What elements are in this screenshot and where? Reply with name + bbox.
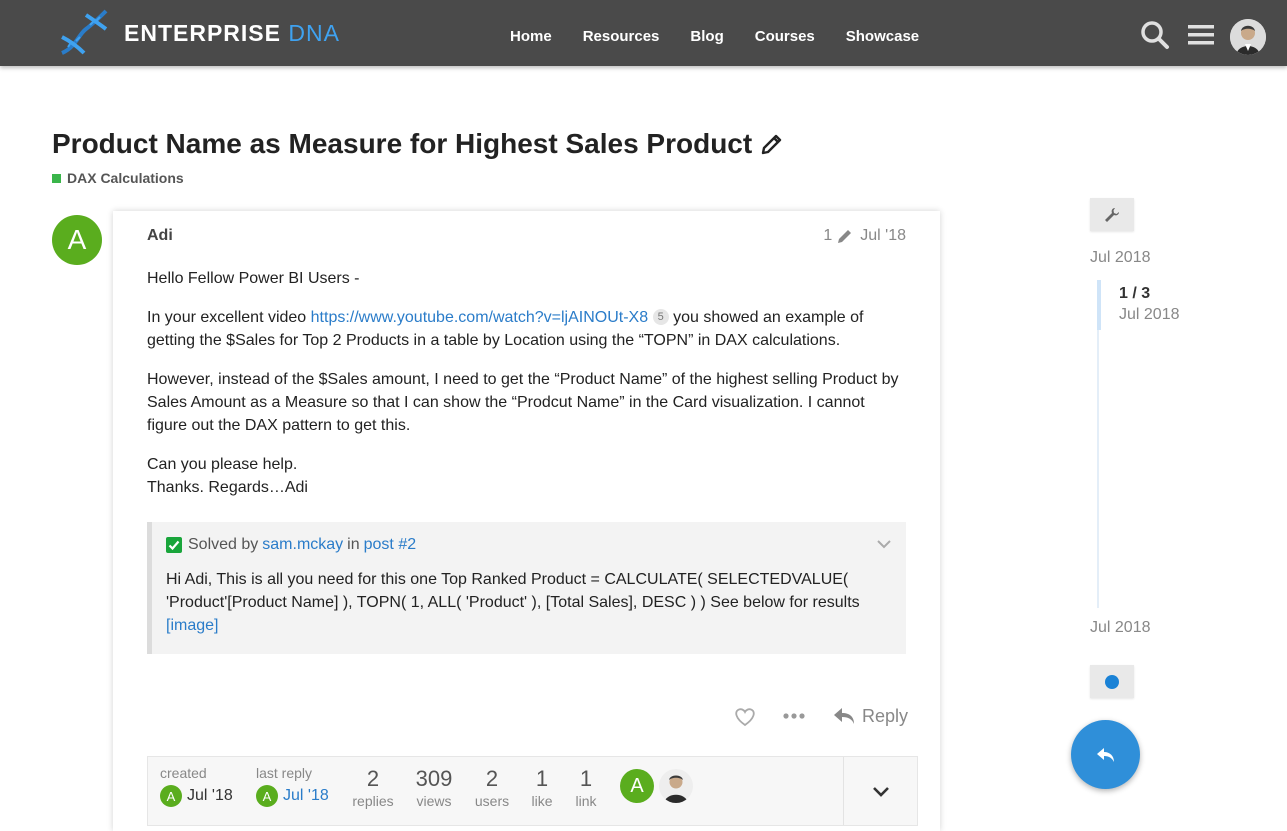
participant-avatar-sam[interactable]	[659, 769, 693, 803]
stat-replies: 2 replies	[350, 765, 396, 809]
creator-mini-avatar: A	[160, 785, 182, 807]
post-paragraph: However, instead of the $Sales amount, I…	[147, 371, 899, 434]
nav-home[interactable]: Home	[510, 28, 552, 45]
text-span: In your excellent video	[147, 309, 311, 326]
stat-label: views	[416, 793, 452, 809]
stat-number: 1	[579, 766, 593, 791]
post-paragraph: Can you please help. Thanks. Regards…Adi	[147, 453, 909, 499]
hamburger-menu-icon[interactable]	[1187, 20, 1217, 50]
solution-body: Hi Adi, This is all you need for this on…	[166, 571, 860, 611]
timeline-position-count: 1 / 3	[1119, 285, 1151, 302]
solved-in-text: in	[347, 536, 360, 553]
stat-views: 309 views	[410, 765, 458, 809]
text-line: Can you please help.	[147, 456, 298, 473]
solved-by-user-link[interactable]: sam.mckay	[262, 536, 343, 554]
youtube-link[interactable]: https://www.youtube.com/watch?v=ljAINOUt…	[311, 309, 648, 326]
chevron-down-icon	[872, 787, 889, 797]
reply-fab-button[interactable]	[1071, 720, 1140, 789]
expand-topic-map-button[interactable]	[843, 757, 917, 825]
solved-header: Solved by sam.mckay in post #2	[166, 536, 892, 554]
timeline-position-date: Jul 2018	[1119, 306, 1180, 323]
reply-label: Reply	[862, 705, 909, 726]
post-actions: Reply	[730, 702, 908, 730]
post-paragraph: Hello Fellow Power BI Users -	[147, 270, 360, 287]
user-avatar[interactable]	[1230, 19, 1266, 55]
post-paragraph: In your excellent video https://www.yout…	[147, 306, 909, 352]
search-icon[interactable]	[1140, 20, 1170, 50]
last-reply-date: Jul '18	[283, 787, 329, 804]
site-header: ENTERPRISE DNA Home Resources Blog Cours…	[0, 0, 1287, 66]
created-date: Jul '18	[187, 787, 233, 804]
logo-word-dna: DNA	[288, 19, 340, 46]
logo-word-enterprise: ENTERPRISE	[124, 19, 281, 46]
post-body: Hello Fellow Power BI Users - In your ex…	[147, 267, 909, 515]
category-badge[interactable]: DAX Calculations	[52, 170, 184, 186]
solution-post-link[interactable]: post #2	[364, 536, 416, 554]
stat-links: 1 link	[570, 765, 602, 809]
more-options-ellipsis-icon[interactable]	[776, 702, 812, 730]
reply-arrow-icon	[834, 708, 854, 724]
stat-users: 2 users	[470, 765, 514, 809]
notification-dot-icon	[1105, 674, 1119, 689]
solution-text: Hi Adi, This is all you need for this on…	[166, 568, 892, 637]
post-author-avatar[interactable]: A	[52, 215, 102, 265]
chevron-down-icon[interactable]	[876, 536, 892, 552]
created-info: created A Jul '18	[160, 765, 233, 807]
solved-prefix: Solved by	[188, 536, 259, 553]
participant-avatar-adi[interactable]: A	[620, 769, 654, 803]
reply-arrow-icon	[1096, 747, 1114, 762]
stat-label: link	[575, 793, 597, 809]
topic-title-text: Product Name as Measure for Highest Sale…	[52, 128, 753, 159]
dna-logo-icon	[61, 9, 108, 55]
nav-blog[interactable]: Blog	[690, 28, 723, 45]
last-reply-info: last reply A Jul '18	[256, 765, 329, 807]
post-username[interactable]: Adi	[147, 227, 173, 245]
edit-history-pencil-icon[interactable]	[836, 227, 854, 245]
stat-label: users	[474, 793, 510, 809]
stat-number: 2	[366, 766, 380, 791]
like-heart-icon[interactable]	[730, 702, 760, 730]
main-nav: Home Resources Blog Courses Showcase	[510, 0, 950, 72]
text-line: Thanks. Regards…Adi	[147, 479, 308, 496]
timeline-position: 1 / 3 Jul 2018	[1119, 285, 1180, 324]
reply-button[interactable]: Reply	[832, 705, 908, 727]
notification-level-button[interactable]	[1090, 665, 1134, 698]
timeline-end-date[interactable]: Jul 2018	[1090, 619, 1151, 637]
topic-title: Product Name as Measure for Highest Sale…	[52, 128, 784, 160]
post-date[interactable]: Jul '18	[860, 227, 906, 245]
nav-showcase[interactable]: Showcase	[846, 28, 919, 45]
solution-quote: Solved by sam.mckay in post #2 Hi Adi, T…	[147, 522, 906, 654]
last-reply-label: last reply	[256, 765, 313, 781]
last-replier-mini-avatar: A	[256, 785, 278, 807]
stat-number: 2	[485, 766, 499, 791]
stat-number: 1	[535, 766, 549, 791]
nav-courses[interactable]: Courses	[755, 28, 815, 45]
topic-admin-wrench-button[interactable]	[1090, 198, 1134, 231]
created-label: created	[160, 765, 207, 781]
nav-resources[interactable]: Resources	[583, 28, 660, 45]
site-logo[interactable]: ENTERPRISE DNA	[56, 8, 340, 58]
edit-count[interactable]: 1	[823, 227, 832, 245]
stat-label: replies	[352, 793, 394, 809]
topic-map: created A Jul '18 last reply A Jul '18 2…	[147, 756, 918, 826]
avatar-letter: A	[67, 224, 87, 255]
last-reply-value[interactable]: A Jul '18	[256, 785, 329, 807]
created-value[interactable]: A Jul '18	[160, 785, 233, 807]
stat-likes: 1 like	[526, 765, 558, 809]
wrench-icon	[1105, 207, 1119, 222]
timeline-handle[interactable]	[1097, 280, 1101, 330]
stat-number: 309	[415, 766, 453, 791]
category-label: DAX Calculations	[67, 170, 184, 186]
category-color-square	[52, 173, 61, 183]
logo-wordmark: ENTERPRISE DNA	[124, 20, 340, 47]
timeline-start-date[interactable]: Jul 2018	[1090, 249, 1151, 267]
link-click-count-badge: 5	[652, 309, 669, 325]
stat-label: like	[531, 793, 553, 809]
solved-checkbox-icon	[166, 537, 182, 553]
solution-image-link[interactable]: [image]	[166, 617, 218, 634]
edit-title-pencil-icon[interactable]	[760, 132, 784, 156]
post-meta: 1 Jul '18	[823, 227, 906, 245]
